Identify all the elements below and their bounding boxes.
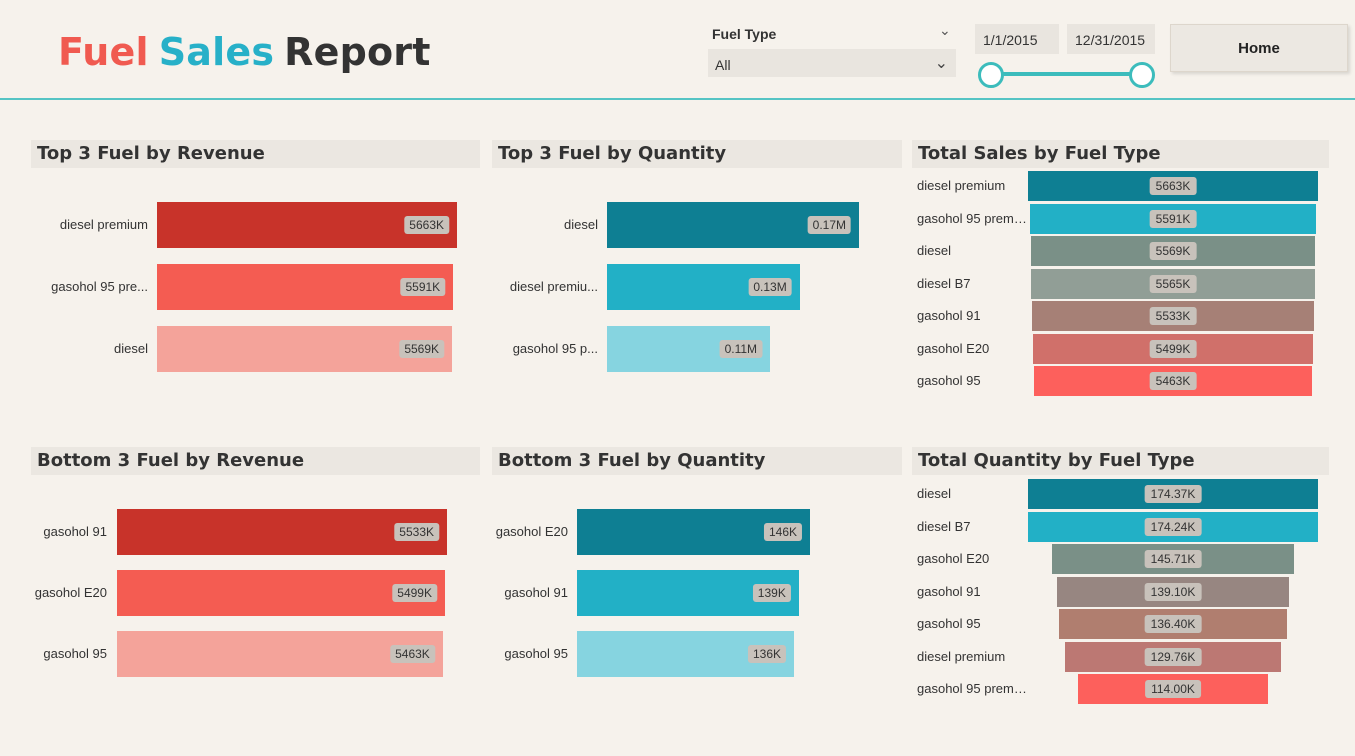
- date-slider-start-handle[interactable]: [978, 62, 1004, 88]
- funnel-label: diesel: [917, 486, 951, 501]
- report-title: Fuel Sales Report: [58, 30, 441, 74]
- date-end-input[interactable]: 12/31/2015: [1067, 24, 1155, 54]
- data-label: 5533K: [394, 523, 439, 541]
- fuel-type-slicer-label: Fuel Type: [712, 26, 777, 42]
- data-label: 139.10K: [1144, 582, 1202, 601]
- bar-label: gasohol 95: [504, 646, 568, 661]
- funnel-label: diesel B7: [917, 518, 971, 534]
- funnel-label: diesel premium: [917, 648, 1006, 664]
- data-label: 5591K: [1149, 209, 1197, 228]
- top-quantity-title: Top 3 Fuel by Quantity: [492, 140, 902, 168]
- data-label: 5569K: [1149, 242, 1197, 260]
- date-slider-end-handle[interactable]: [1129, 62, 1155, 88]
- funnel-label: gasohol 95 premiu...: [917, 210, 1029, 226]
- funnel-label: gasohol E20: [917, 551, 990, 566]
- data-label: 114.00K: [1145, 680, 1201, 698]
- data-label: 5663K: [1149, 177, 1197, 195]
- bar-label: gasohol 91: [43, 524, 107, 539]
- bar-label: gasohol 95: [43, 646, 107, 661]
- header-divider: [0, 98, 1355, 100]
- funnel-label: gasohol E20: [917, 340, 990, 356]
- bar-label: gasohol 95 p...: [512, 341, 598, 356]
- data-label: 129.76K: [1144, 647, 1202, 666]
- funnel-label: gasohol 95: [917, 373, 981, 388]
- funnel-label: diesel premium: [917, 178, 1006, 193]
- funnel-label: gasohol 91: [917, 308, 981, 323]
- data-label: 0.13M: [748, 278, 792, 296]
- home-button[interactable]: Home: [1170, 24, 1348, 72]
- fuel-type-dropdown[interactable]: All ⌄: [708, 49, 956, 77]
- bar-label: gasohol 91: [504, 585, 568, 600]
- data-label: 5463K: [390, 645, 435, 663]
- total-sales-title: Total Sales by Fuel Type: [912, 140, 1329, 168]
- data-label: 174.24K: [1144, 517, 1202, 536]
- title-word-sales: Sales: [158, 30, 275, 74]
- bar-label: diesel: [114, 341, 148, 356]
- funnel-label: diesel: [917, 243, 951, 258]
- bottom-quantity-title: Bottom 3 Fuel by Quantity: [492, 447, 902, 475]
- fuel-type-selected-value: All: [715, 57, 731, 73]
- data-label: 5463K: [1149, 372, 1197, 390]
- data-label: 0.11M: [719, 340, 763, 358]
- data-label: 5565K: [1149, 274, 1197, 293]
- data-label: 5569K: [399, 340, 445, 358]
- data-label: 5663K: [404, 216, 449, 234]
- funnel-label: gasohol 95 premiu...: [917, 681, 1029, 696]
- data-label: 136K: [748, 645, 787, 663]
- data-label: 174.37K: [1144, 485, 1202, 503]
- bar-label: gasohol E20: [34, 585, 107, 600]
- data-label: 145.71K: [1144, 550, 1202, 568]
- chevron-down-icon: ⌄: [934, 55, 948, 72]
- funnel-label: gasohol 91: [917, 583, 981, 599]
- bar-label: diesel premiu...: [509, 279, 598, 294]
- data-label: 139K: [752, 584, 791, 602]
- bar-label: gasohol 95 pre...: [51, 279, 148, 294]
- funnel-label: gasohol 95: [917, 616, 981, 631]
- data-label: 5499K: [1149, 339, 1197, 358]
- chevron-down-icon[interactable]: ⌄: [939, 22, 951, 39]
- title-word-fuel: Fuel: [58, 30, 149, 74]
- data-label: 136.40K: [1144, 615, 1202, 633]
- title-word-report: Report: [284, 30, 431, 74]
- bar-label: gasohol E20: [495, 524, 568, 539]
- data-label: 5591K: [400, 278, 446, 296]
- funnel-label: diesel B7: [917, 275, 971, 291]
- bar-label: diesel: [564, 217, 598, 232]
- bottom-revenue-title: Bottom 3 Fuel by Revenue: [31, 447, 480, 475]
- data-label: 5533K: [1149, 307, 1197, 325]
- data-label: 146K: [763, 523, 802, 541]
- top-revenue-title: Top 3 Fuel by Revenue: [31, 140, 480, 168]
- date-start-input[interactable]: 1/1/2015: [975, 24, 1059, 54]
- data-label: 5499K: [392, 584, 437, 602]
- bar-label: diesel premium: [59, 217, 148, 232]
- total-quantity-title: Total Quantity by Fuel Type: [912, 447, 1329, 475]
- data-label: 0.17M: [807, 216, 851, 234]
- date-range-slider[interactable]: [992, 72, 1142, 76]
